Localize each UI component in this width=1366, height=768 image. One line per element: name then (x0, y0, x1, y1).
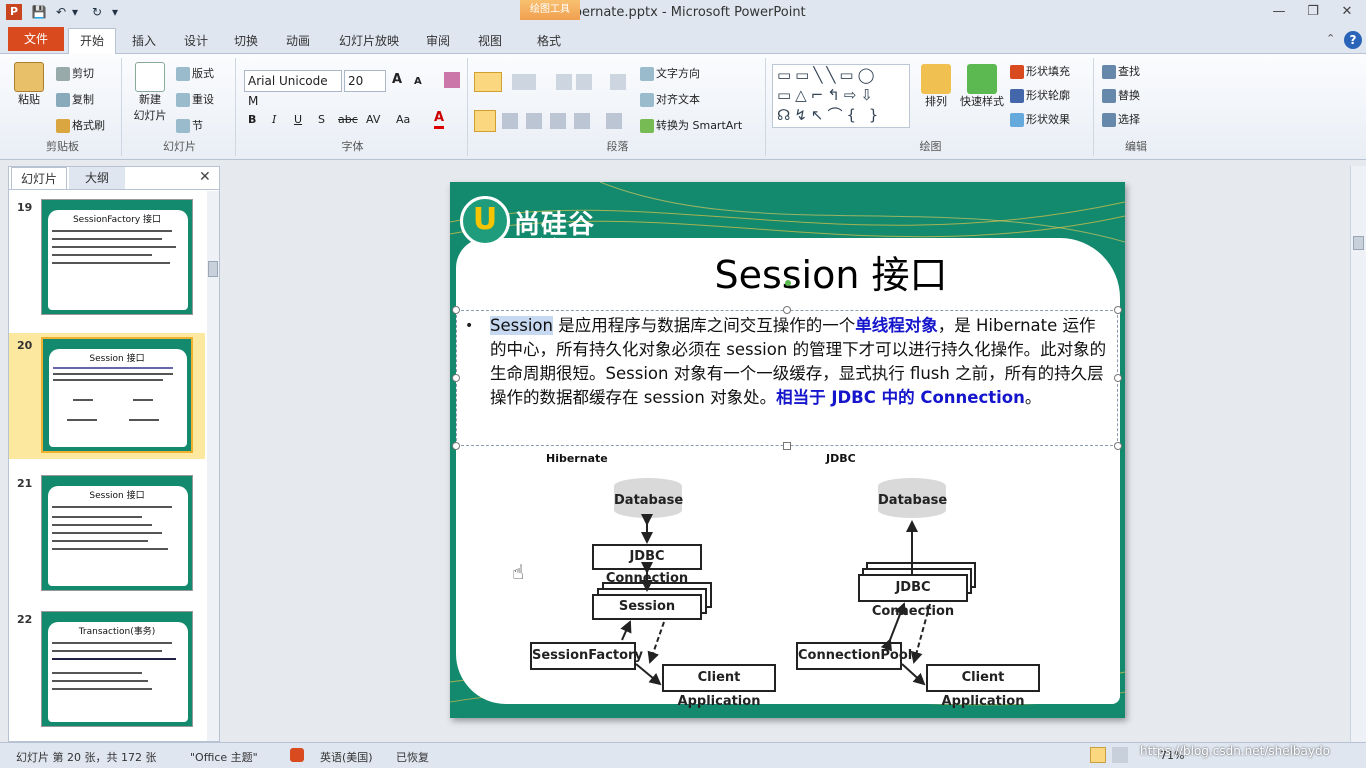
slide-sorter-icon[interactable] (1112, 747, 1128, 763)
spellcheck-icon[interactable] (290, 748, 304, 762)
recovered-status: 已恢复 (396, 751, 429, 764)
language-status[interactable]: 英语(美国) (320, 749, 373, 765)
theme-status[interactable]: "Office 主题" (190, 749, 258, 765)
diagram-arrows (620, 514, 931, 686)
normal-view-icon[interactable] (1090, 747, 1106, 763)
watermark: https://blog.csdn.net/shelbaydo (1140, 744, 1330, 758)
slide-count-status: 幻灯片 第 20 张，共 172 张 (16, 751, 157, 764)
hand-cursor-icon: ☝ (512, 560, 525, 584)
